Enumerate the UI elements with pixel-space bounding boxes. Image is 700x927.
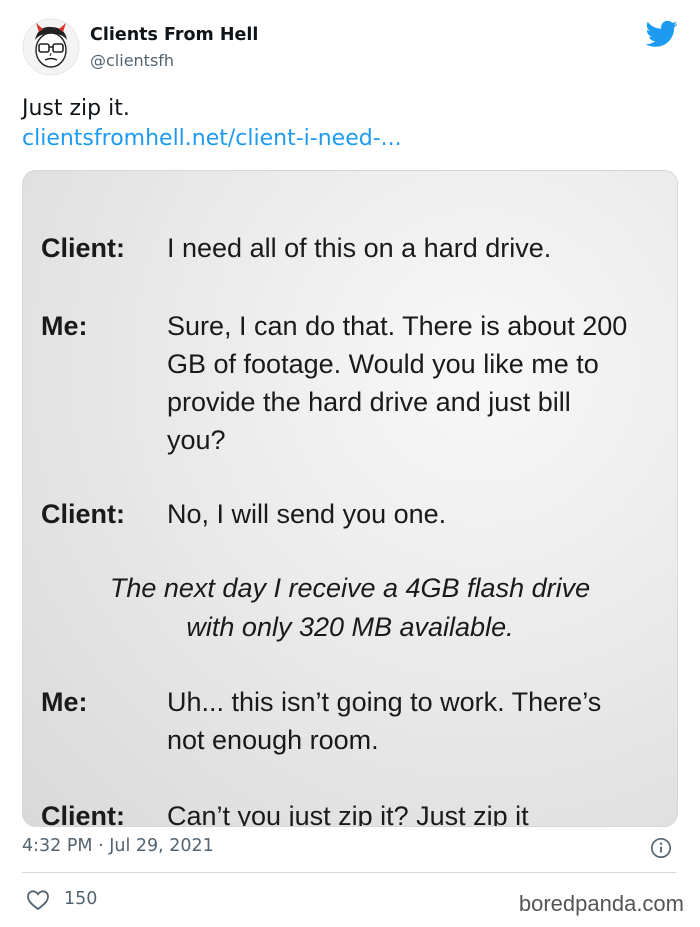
speaker-label: Client: bbox=[41, 801, 125, 827]
speaker-label: Me: bbox=[41, 311, 88, 341]
message-line: you? bbox=[167, 425, 226, 455]
display-name[interactable]: Clients From Hell bbox=[90, 24, 258, 46]
speaker-label: Client: bbox=[41, 233, 125, 263]
message-text: I need all of this on a hard drive. bbox=[167, 233, 552, 263]
tweet-media-image[interactable]: Client: I need all of this on a hard dri… bbox=[22, 170, 678, 827]
message-line: GB of footage. Would you like me to bbox=[167, 349, 599, 379]
tweet-text: Just zip it. bbox=[22, 96, 130, 121]
avatar[interactable] bbox=[22, 18, 80, 76]
account-names[interactable]: Clients From Hell @clientsfh bbox=[90, 24, 258, 72]
twitter-bird-icon[interactable] bbox=[646, 20, 678, 48]
like-count[interactable]: 150 bbox=[64, 889, 97, 909]
message-line: provide the hard drive and just bill bbox=[167, 387, 571, 417]
speaker-label: Client: bbox=[41, 499, 125, 529]
account-handle[interactable]: @clientsfh bbox=[90, 50, 258, 72]
speaker-label: Me: bbox=[41, 687, 88, 717]
message-line: not enough room. bbox=[167, 725, 379, 755]
tweet-header: Clients From Hell @clientsfh bbox=[20, 16, 680, 80]
message-text: Can’t you just zip it? Just zip it bbox=[167, 801, 529, 827]
watermark: boredpanda.com bbox=[518, 891, 684, 916]
divider bbox=[22, 872, 676, 873]
tweet-timestamp[interactable]: 4:32 PM · Jul 29, 2021 bbox=[22, 836, 214, 856]
narration-line: The next day I receive a 4GB flash drive bbox=[109, 573, 591, 603]
heart-icon[interactable] bbox=[26, 889, 50, 911]
tweet-link[interactable]: clientsfromhell.net/client-i-need-... bbox=[22, 124, 402, 154]
message-text: No, I will send you one. bbox=[167, 499, 447, 529]
narration-line: with only 320 MB available. bbox=[186, 612, 514, 642]
info-icon[interactable] bbox=[650, 837, 672, 859]
avatar-illustration bbox=[22, 18, 80, 76]
message-line: Uh... this isn’t going to work. There’s bbox=[167, 687, 602, 717]
message-line: Sure, I can do that. There is about 200 bbox=[167, 311, 628, 341]
